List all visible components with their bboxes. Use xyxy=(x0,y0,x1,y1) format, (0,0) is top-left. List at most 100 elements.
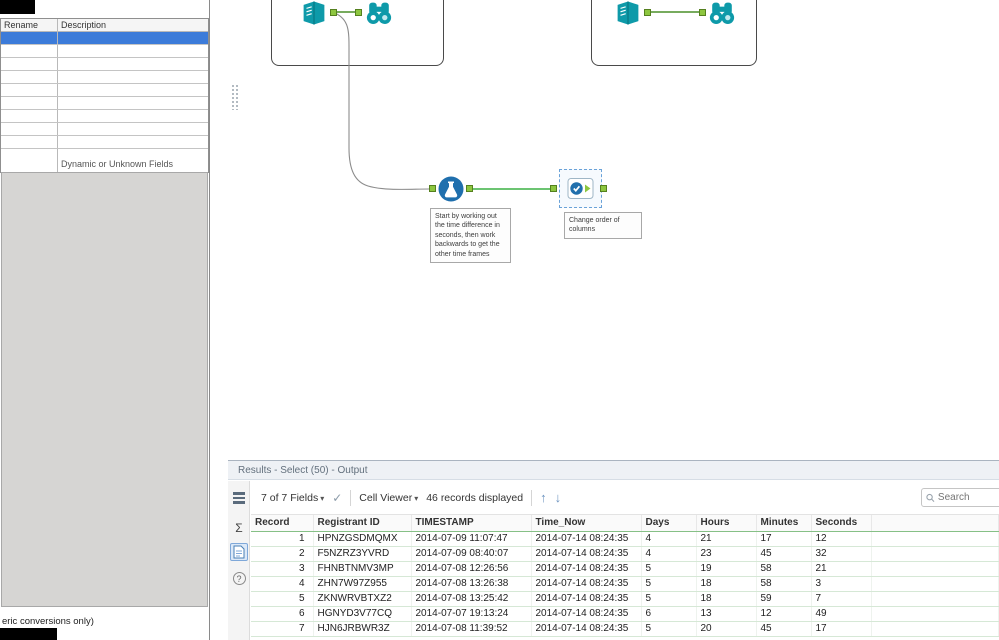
formula-tool-icon[interactable] xyxy=(437,175,465,203)
grid-cell[interactable]: FHNBTNMV3MP xyxy=(313,561,412,577)
config-field-row[interactable] xyxy=(1,58,208,71)
grid-cell[interactable]: 2014-07-08 13:25:42 xyxy=(411,591,532,607)
grid-column-header[interactable]: Hours xyxy=(696,515,757,532)
grid-cell[interactable]: 45 xyxy=(756,546,812,562)
grid-column-header[interactable]: Record xyxy=(251,515,314,532)
input-anchor[interactable] xyxy=(429,185,436,192)
grid-cell[interactable]: 2014-07-09 08:40:07 xyxy=(411,546,532,562)
browse-tool-icon[interactable] xyxy=(707,0,737,28)
grid-cell[interactable]: 2014-07-14 08:24:35 xyxy=(531,576,642,592)
grid-cell[interactable]: 5 xyxy=(641,591,697,607)
grid-cell[interactable]: 2014-07-14 08:24:35 xyxy=(531,546,642,562)
grid-cell[interactable]: 58 xyxy=(756,576,812,592)
grid-cell[interactable]: HGNYD3V77CQ xyxy=(313,606,412,622)
input-anchor[interactable] xyxy=(550,185,557,192)
select-tool-annotation[interactable]: Change order of columns xyxy=(564,212,642,239)
grid-cell[interactable]: 49 xyxy=(811,606,872,622)
grid-column-header[interactable]: TIMESTAMP xyxy=(411,515,532,532)
grid-cell[interactable]: 2014-07-14 08:24:35 xyxy=(531,591,642,607)
grid-cell[interactable]: 18 xyxy=(696,576,757,592)
grid-cell[interactable]: 2014-07-08 12:26:56 xyxy=(411,561,532,577)
column-header-rename[interactable]: Rename xyxy=(1,19,58,31)
grid-cell[interactable]: 23 xyxy=(696,546,757,562)
grid-cell[interactable]: 21 xyxy=(696,531,757,547)
help-view-icon[interactable]: ? xyxy=(230,569,248,587)
grid-cell[interactable]: ZKNWRVBTXZ2 xyxy=(313,591,412,607)
grid-cell[interactable]: 4 xyxy=(641,531,697,547)
grid-cell[interactable]: 2014-07-08 11:39:52 xyxy=(411,621,532,637)
grid-cell[interactable]: 2014-07-14 08:24:35 xyxy=(531,531,642,547)
output-anchor[interactable] xyxy=(466,185,473,192)
search-box[interactable] xyxy=(921,488,999,507)
grid-cell[interactable]: 7 xyxy=(251,621,314,637)
metadata-view-icon[interactable] xyxy=(230,489,248,507)
grid-cell[interactable]: 21 xyxy=(811,561,872,577)
input-data-tool-icon[interactable] xyxy=(613,0,643,28)
grid-cell[interactable]: 18 xyxy=(696,591,757,607)
formula-tool-annotation[interactable]: Start by working out the time difference… xyxy=(430,208,511,264)
grid-cell[interactable]: 12 xyxy=(756,606,812,622)
grid-cell[interactable]: 13 xyxy=(696,606,757,622)
grid-cell[interactable]: 3 xyxy=(251,561,314,577)
grid-column-header[interactable]: Registrant ID xyxy=(313,515,412,532)
grid-cell[interactable]: 5 xyxy=(641,621,697,637)
output-anchor[interactable] xyxy=(644,9,651,16)
fields-dropdown[interactable]: 7 of 7 Fields ▾ xyxy=(261,492,324,504)
grid-cell[interactable]: 32 xyxy=(811,546,872,562)
grid-cell[interactable]: 2014-07-07 19:13:24 xyxy=(411,606,532,622)
config-field-row[interactable] xyxy=(1,123,208,136)
config-field-row[interactable] xyxy=(1,45,208,58)
config-field-row[interactable] xyxy=(1,32,208,45)
grid-cell[interactable]: 4 xyxy=(641,546,697,562)
grid-cell[interactable]: 2014-07-14 08:24:35 xyxy=(531,606,642,622)
grid-cell[interactable]: 2014-07-14 08:24:35 xyxy=(531,621,642,637)
grid-cell[interactable]: 17 xyxy=(811,621,872,637)
grid-cell[interactable]: 20 xyxy=(696,621,757,637)
grid-cell[interactable]: F5NZRZ3YVRD xyxy=(313,546,412,562)
output-anchor[interactable] xyxy=(330,9,337,16)
grid-cell[interactable]: 19 xyxy=(696,561,757,577)
grid-cell[interactable]: 2014-07-09 11:07:47 xyxy=(411,531,532,547)
grid-cell[interactable]: 7 xyxy=(811,591,872,607)
grid-cell[interactable]: 3 xyxy=(811,576,872,592)
cell-viewer-dropdown[interactable]: Cell Viewer ▾ xyxy=(359,492,418,504)
grid-cell[interactable]: 12 xyxy=(811,531,872,547)
input-data-tool-icon[interactable] xyxy=(299,0,329,28)
grid-column-header[interactable]: Time_Now xyxy=(531,515,642,532)
grid-cell[interactable]: 2014-07-14 08:24:35 xyxy=(531,561,642,577)
grid-cell[interactable]: 59 xyxy=(756,591,812,607)
grid-cell[interactable]: 2014-07-08 13:26:38 xyxy=(411,576,532,592)
grid-column-header[interactable]: Seconds xyxy=(811,515,872,532)
column-header-description[interactable]: Description xyxy=(58,19,208,31)
grid-cell[interactable]: 2 xyxy=(251,546,314,562)
grid-column-header[interactable]: Days xyxy=(641,515,697,532)
config-field-row[interactable] xyxy=(1,84,208,97)
grid-cell[interactable]: 1 xyxy=(251,531,314,547)
grid-cell[interactable]: 5 xyxy=(251,591,314,607)
grid-cell[interactable]: ZHN7W97Z955 xyxy=(313,576,412,592)
browse-tool-icon[interactable] xyxy=(364,0,394,28)
sigma-view-icon[interactable]: Σ xyxy=(230,519,248,537)
grid-cell[interactable]: 5 xyxy=(641,561,697,577)
grid-column-header[interactable]: Minutes xyxy=(756,515,812,532)
output-anchor[interactable] xyxy=(600,185,607,192)
data-view-icon-active[interactable] xyxy=(230,543,248,561)
config-field-row[interactable] xyxy=(1,110,208,123)
input-anchor[interactable] xyxy=(699,9,706,16)
config-field-row[interactable] xyxy=(1,136,208,149)
workflow-canvas[interactable]: Start by working out the time difference… xyxy=(211,0,999,461)
grid-cell[interactable]: 6 xyxy=(641,606,697,622)
grid-cell[interactable]: 5 xyxy=(641,576,697,592)
grid-cell[interactable]: 58 xyxy=(756,561,812,577)
grid-cell[interactable]: 4 xyxy=(251,576,314,592)
input-anchor[interactable] xyxy=(355,9,362,16)
grid-cell[interactable]: HJN6JRBWR3Z xyxy=(313,621,412,637)
search-input[interactable] xyxy=(937,492,999,503)
grid-cell[interactable]: 6 xyxy=(251,606,314,622)
down-arrow-button[interactable]: ↓ xyxy=(555,490,562,505)
grid-cell[interactable]: HPNZGSDMQMX xyxy=(313,531,412,547)
config-field-row[interactable] xyxy=(1,97,208,110)
grid-cell[interactable]: 17 xyxy=(756,531,812,547)
dynamic-fields-row[interactable]: Dynamic or Unknown Fields xyxy=(1,158,208,172)
grid-cell[interactable]: 45 xyxy=(756,621,812,637)
